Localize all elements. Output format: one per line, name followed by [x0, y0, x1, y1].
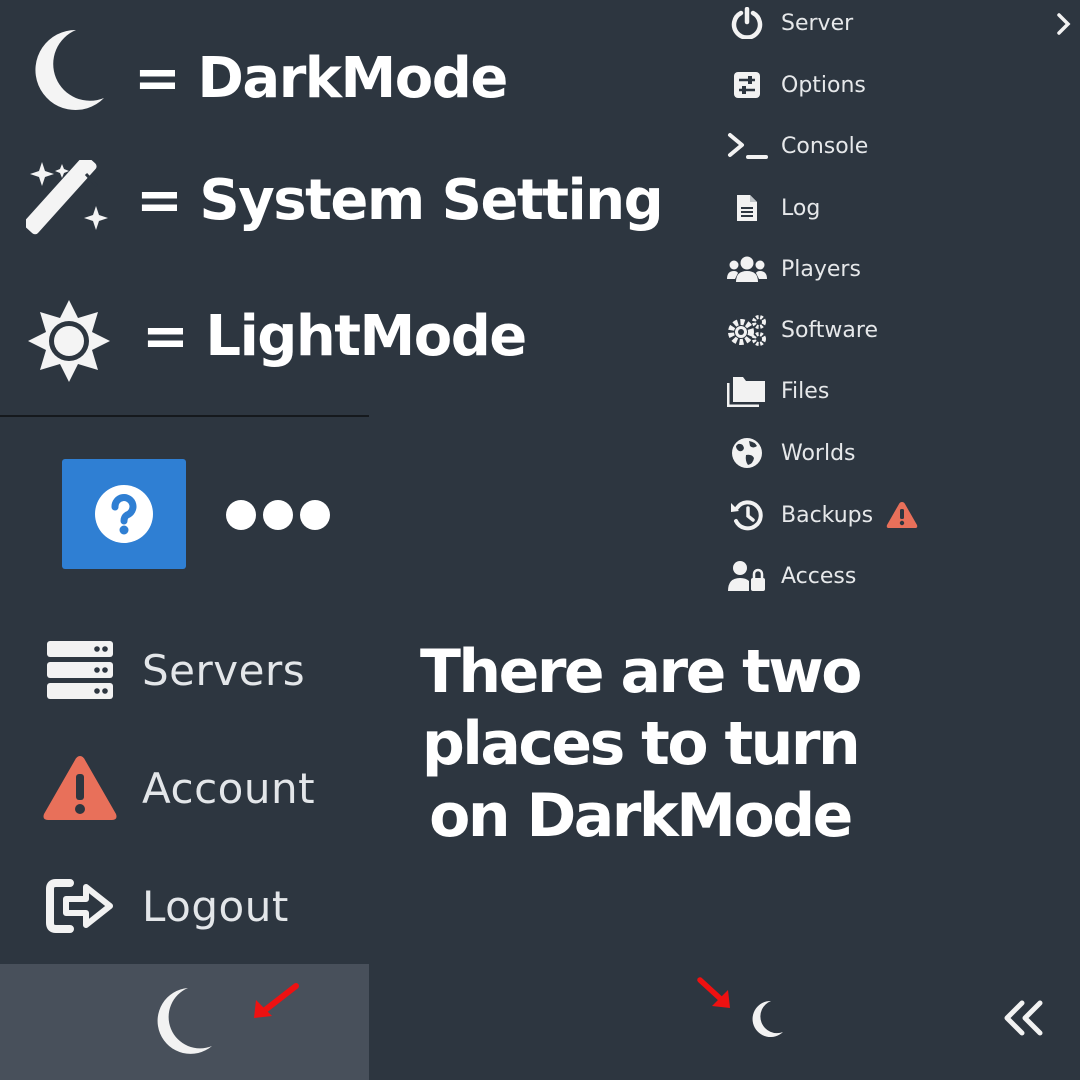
menu-item-server[interactable]: Server [722, 1, 853, 45]
more-menu-button[interactable] [226, 500, 330, 530]
dark-mode-toggle[interactable] [150, 986, 214, 1056]
menu-item-label: Backups [781, 502, 874, 528]
menu-item-log[interactable]: Log [722, 186, 820, 230]
menu-item-label: Worlds [781, 440, 856, 466]
server-stack-icon [40, 635, 120, 705]
warning-icon [40, 753, 120, 823]
folder-icon [722, 369, 772, 413]
dot-icon [300, 500, 330, 530]
menu-item-access[interactable]: Access [722, 554, 856, 598]
nav-item-account[interactable]: Account [40, 748, 315, 828]
menu-item-label: Software [781, 317, 878, 343]
menu-item-backups[interactable]: Backups [722, 493, 918, 537]
globe-icon [722, 431, 772, 475]
nav-item-label: Account [142, 763, 316, 813]
warning-icon [886, 501, 918, 529]
nav-item-servers[interactable]: Servers [40, 630, 305, 710]
power-icon [722, 1, 772, 45]
double-chevron-left-icon [1004, 1000, 1043, 1036]
terminal-icon [722, 124, 772, 168]
dot-icon [226, 500, 256, 530]
menu-item-label: Players [781, 256, 861, 282]
divider [0, 415, 369, 417]
menu-item-label: Log [781, 195, 821, 221]
menu-item-label: Access [781, 563, 857, 589]
chevron-right-icon[interactable] [1056, 12, 1072, 36]
logout-icon [40, 871, 120, 941]
history-icon [722, 493, 772, 537]
moon-icon [157, 988, 212, 1054]
menu-item-files[interactable]: Files [722, 369, 829, 413]
help-button[interactable] [62, 459, 186, 569]
question-circle-icon [95, 485, 153, 543]
user-lock-icon [722, 554, 772, 598]
magic-wand-icon [26, 160, 112, 246]
menu-item-label: Console [781, 133, 869, 159]
nav-item-label: Servers [142, 645, 306, 695]
menu-item-label: Files [781, 378, 830, 404]
users-icon [722, 247, 772, 291]
sliders-icon [722, 63, 772, 107]
dark-mode-toggle-small[interactable] [750, 999, 784, 1037]
menu-item-worlds[interactable]: Worlds [722, 431, 856, 475]
menu-item-options[interactable]: Options [722, 63, 866, 107]
moon-icon [30, 26, 106, 110]
gears-icon [722, 308, 772, 352]
file-icon [722, 186, 772, 230]
menu-item-console[interactable]: Console [722, 124, 868, 168]
caption: There are two places to turn on DarkMode [420, 637, 863, 851]
menu-item-players[interactable]: Players [722, 247, 861, 291]
red-arrow-icon [250, 982, 300, 1022]
nav-item-logout[interactable]: Logout [40, 866, 289, 946]
menu-item-label: Server [781, 10, 854, 36]
legend-darkmode: = DarkMode [134, 46, 508, 111]
nav-item-label: Logout [142, 881, 289, 931]
menu-item-label: Options [781, 72, 866, 98]
red-arrow-icon [696, 976, 736, 1012]
legend-system-setting: = System Setting [136, 168, 664, 233]
menu-item-software[interactable]: Software [722, 308, 878, 352]
moon-icon [752, 1000, 783, 1037]
dot-icon [263, 500, 293, 530]
legend-lightmode: = LightMode [142, 304, 527, 369]
collapse-sidebar-button[interactable] [1002, 1000, 1044, 1036]
sun-icon [26, 298, 112, 384]
